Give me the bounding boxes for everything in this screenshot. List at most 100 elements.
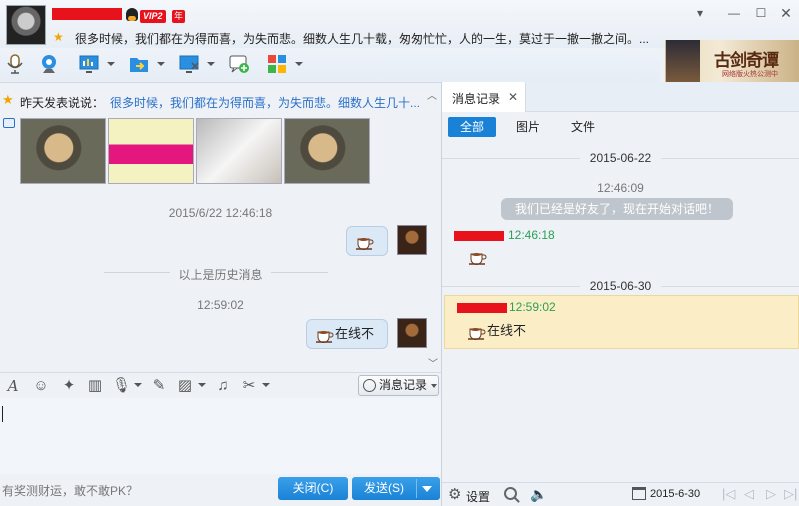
edit-icon[interactable]: ✎	[150, 377, 168, 395]
coffee-emoji-icon	[469, 253, 487, 265]
coffee-emoji-icon	[468, 327, 486, 340]
prev-page-icon[interactable]: ◁	[744, 486, 754, 502]
message-timestamp: 2015/6/22 12:46:18	[168, 206, 273, 220]
ad-subtitle: 网络版火热公测中	[722, 71, 778, 78]
contact-name-redacted[interactable]	[52, 8, 122, 20]
first-page-icon[interactable]: |◁	[722, 486, 735, 502]
next-page-icon[interactable]: ▷	[766, 486, 776, 502]
history-tabbar: 消息记录 ✕	[442, 82, 799, 112]
year-badge: 年	[172, 10, 186, 23]
vip-badge[interactable]: VIP2	[140, 10, 166, 23]
message-bubble[interactable]: 在线不	[306, 319, 388, 349]
settings-button[interactable]: 设置	[466, 488, 490, 505]
coffee-emoji-icon	[316, 330, 334, 343]
message-bubble[interactable]	[346, 226, 388, 256]
photo-album-icon	[3, 118, 15, 128]
close-button[interactable]: 关闭(C)	[278, 477, 348, 500]
promo-link[interactable]: 有奖测财运，敢不敢PK？	[2, 482, 138, 499]
menu-chevron-icon[interactable]: ▾	[693, 6, 707, 20]
qq-penguin-icon	[126, 8, 138, 21]
voice-message-icon[interactable]: 🎙	[112, 377, 131, 395]
photo-thumbnail[interactable]	[196, 118, 282, 184]
calendar-icon[interactable]	[632, 487, 646, 500]
image-dropdown[interactable]	[198, 383, 206, 387]
sender-name-redacted	[454, 231, 504, 241]
clock-icon	[363, 379, 376, 392]
history-message-time: 12:59:02	[509, 300, 556, 314]
close-window-button[interactable]: ✕	[779, 6, 793, 20]
collapse-chevron-icon[interactable]: ︿	[427, 87, 437, 102]
filter-files[interactable]: 文件	[571, 117, 595, 137]
image-icon[interactable]: ▨	[176, 377, 194, 395]
screen-share-icon[interactable]	[78, 53, 100, 75]
close-tab-icon[interactable]: ✕	[508, 90, 518, 104]
send-button[interactable]: 发送(S)	[352, 477, 440, 500]
screenshot-dropdown[interactable]	[262, 383, 270, 387]
star-icon: ★	[53, 30, 64, 44]
speaker-icon[interactable]: 🔈	[530, 486, 547, 503]
apps-dropdown[interactable]	[295, 62, 303, 66]
filter-pictures[interactable]: 图片	[516, 117, 540, 137]
webcam-icon[interactable]	[38, 53, 60, 75]
star-icon: ★	[2, 92, 14, 107]
expand-chevron-icon[interactable]: ﹀	[428, 355, 438, 370]
minimize-button[interactable]: —	[727, 6, 741, 20]
remote-assist-icon[interactable]	[178, 53, 200, 75]
status-label: 昨天发表说说：	[20, 96, 105, 110]
highlighted-history-message[interactable]: 12:59:02 在线不	[444, 295, 799, 349]
video-clip-icon[interactable]: ▥	[86, 377, 104, 395]
remote-assist-dropdown[interactable]	[207, 62, 215, 66]
chat-panel: ★ 昨天发表说说： 很多时候，我们都在为得而喜，为失而悲。细数人生几十... ︿…	[0, 82, 441, 372]
history-message-body: 在线不	[467, 320, 526, 340]
history-timestamp: 12:46:09	[597, 181, 644, 195]
user-avatar[interactable]	[397, 318, 427, 348]
maximize-button[interactable]: ☐	[754, 6, 768, 20]
coffee-emoji-icon	[356, 237, 374, 250]
system-message: 我们已经是好友了，现在开始对话吧！	[501, 198, 733, 220]
message-record-button[interactable]: 消息记录	[358, 375, 439, 396]
ad-character-image	[666, 40, 700, 82]
send-file-icon[interactable]	[128, 53, 150, 75]
screen-share-dropdown[interactable]	[107, 62, 115, 66]
history-divider: 以上是历史消息	[0, 266, 441, 283]
voice-dropdown[interactable]	[134, 383, 142, 387]
game-ad-banner[interactable]: 古剑奇谭 网络版火热公测中	[665, 40, 799, 82]
history-message-text: 在线不	[487, 323, 527, 338]
screenshot-scissors-icon[interactable]: ✂	[240, 377, 258, 395]
tab-message-record[interactable]: 消息记录 ✕	[442, 82, 526, 112]
new-chat-icon[interactable]	[228, 53, 250, 75]
font-icon[interactable]: A	[4, 377, 22, 395]
send-file-dropdown[interactable]	[157, 62, 165, 66]
sender-name-redacted	[457, 303, 507, 313]
date-divider: 2015-06-22	[442, 151, 799, 165]
date-label: 2015-06-22	[579, 151, 662, 165]
emoji-icon[interactable]: ☺	[32, 377, 50, 395]
send-split-divider	[416, 479, 417, 498]
message-timestamp: 12:59:02	[197, 298, 244, 312]
chevron-down-icon	[431, 384, 437, 388]
filter-all[interactable]: 全部	[448, 117, 496, 137]
user-avatar[interactable]	[397, 225, 427, 255]
photo-thumbnail[interactable]	[284, 118, 370, 184]
apps-grid-icon[interactable]	[266, 53, 288, 75]
contact-avatar[interactable]	[6, 5, 46, 45]
send-options-chevron-icon[interactable]	[422, 486, 432, 492]
history-divider-label: 以上是历史消息	[170, 268, 271, 282]
send-label: 发送(S)	[364, 481, 404, 495]
message-record-label: 消息记录	[379, 378, 428, 392]
toolbar	[0, 48, 660, 82]
photo-thumbnail[interactable]	[20, 118, 106, 184]
date-divider: 2015-06-30	[442, 279, 799, 293]
photo-thumbnail[interactable]	[108, 118, 194, 184]
status-link[interactable]: 很多时候，我们都在为得而喜，为失而悲。细数人生几十...	[110, 94, 420, 111]
date-field[interactable]: 2015-6-30	[650, 488, 700, 500]
message-input[interactable]	[0, 398, 441, 474]
history-panel: 消息记录 ✕ 全部 图片 文件 2015-06-22 12:46:09 我们已经…	[442, 82, 799, 506]
search-icon[interactable]	[504, 487, 517, 500]
music-icon[interactable]: ♫	[214, 377, 232, 395]
magic-wand-icon[interactable]: ✦	[60, 377, 78, 395]
last-page-icon[interactable]: ▷|	[784, 486, 797, 502]
text-caret	[2, 406, 3, 422]
microphone-icon[interactable]	[4, 53, 26, 75]
gear-icon[interactable]: ⚙	[448, 487, 463, 502]
